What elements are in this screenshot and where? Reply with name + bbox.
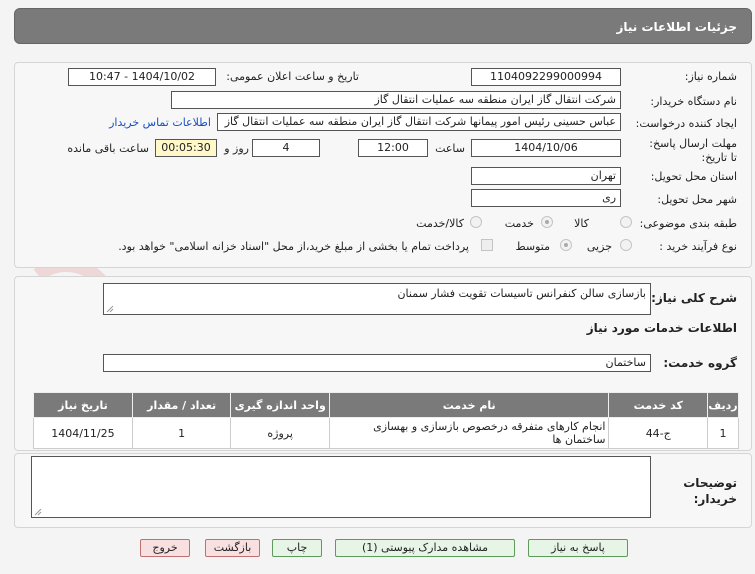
- cell-service-name: انجام کارهای متفرقه درخصوص بازسازی و بهس…: [328, 417, 610, 449]
- buyer-notes-field[interactable]: [31, 456, 651, 518]
- request-creator-label: ایجاد کننده درخواست:: [635, 117, 737, 130]
- cell-quantity: 1: [131, 417, 232, 449]
- announce-datetime-label: تاریخ و ساعت اعلان عمومی:: [226, 70, 359, 83]
- col-service-code: کد خدمت: [608, 392, 709, 418]
- process-medium-radio[interactable]: [560, 239, 572, 251]
- exit-button[interactable]: خروج: [140, 539, 190, 557]
- deadline-time-label: ساعت: [435, 142, 465, 155]
- time-remaining-label: ساعت باقی مانده: [67, 142, 149, 155]
- process-medium-label: متوسط: [515, 240, 550, 253]
- general-description-field[interactable]: بازسازی سالن کنفرانس تاسیسات تقویت فشار …: [103, 283, 651, 315]
- buyer-org-label: نام دستگاه خریدار:: [650, 95, 737, 108]
- back-button[interactable]: بازگشت: [205, 539, 260, 557]
- purchase-process-label: نوع فرآیند خرید :: [659, 240, 737, 253]
- page-header: جزئیات اطلاعات نیاز: [14, 8, 752, 44]
- time-remaining-field[interactable]: 00:05:30: [155, 139, 217, 157]
- resize-handle-icon[interactable]: [106, 305, 114, 313]
- cell-unit: پروژه: [230, 417, 330, 449]
- announce-datetime-field[interactable]: 1404/10/02 - 10:47: [68, 68, 216, 86]
- service-group-field[interactable]: ساختمان: [103, 354, 651, 372]
- col-quantity: تعداد / مقدار: [131, 392, 232, 418]
- buyer-org-field[interactable]: شرکت انتقال گاز ایران منطقه سه عملیات ان…: [171, 91, 621, 109]
- buyer-notes-label: توضیحات خریدار:: [683, 476, 737, 506]
- table-row: 1 ج-44 انجام کارهای متفرقه درخصوص بازساز…: [33, 417, 739, 449]
- page-title: جزئیات اطلاعات نیاز: [616, 20, 737, 34]
- services-table: ردیف کد خدمت نام خدمت واحد اندازه گیری ت…: [33, 392, 739, 449]
- request-creator-field[interactable]: عباس حسینی رئیس امور پیمانها شرکت انتقال…: [217, 113, 621, 131]
- services-table-header: ردیف کد خدمت نام خدمت واحد اندازه گیری ت…: [33, 392, 739, 418]
- need-number-label: شماره نیاز:: [684, 70, 737, 83]
- category-label: طبقه بندی موضوعی:: [639, 217, 737, 230]
- print-button[interactable]: چاپ: [272, 539, 322, 557]
- delivery-city-label: شهر محل تحویل:: [657, 193, 737, 206]
- category-goods-service-radio[interactable]: [470, 216, 482, 228]
- general-description-label: شرح کلی نیاز:: [651, 291, 737, 305]
- category-service-label: خدمت: [504, 217, 534, 230]
- reply-to-need-button[interactable]: پاسخ به نیاز: [528, 539, 628, 557]
- treasury-payment-text: پرداخت تمام یا بخشی از مبلغ خرید،از محل …: [118, 240, 469, 253]
- category-service-radio[interactable]: [541, 216, 553, 228]
- process-minor-radio[interactable]: [620, 239, 632, 251]
- col-row: ردیف: [707, 392, 739, 418]
- col-need-date: تاریخ نیاز: [33, 392, 133, 418]
- delivery-province-label: استان محل تحویل:: [650, 170, 737, 183]
- delivery-city-field[interactable]: ری: [471, 189, 621, 207]
- services-section-title: اطلاعات خدمات مورد نیاز: [586, 321, 737, 335]
- days-remaining-field[interactable]: 4: [252, 139, 320, 157]
- cell-need-date: 1404/11/25: [33, 417, 133, 449]
- col-service-name: نام خدمت: [328, 392, 610, 418]
- resize-handle-icon[interactable]: [34, 508, 42, 516]
- category-goods-label: کالا: [574, 217, 589, 230]
- deadline-date-field[interactable]: 1404/10/06: [471, 139, 621, 157]
- category-goods-radio[interactable]: [620, 216, 632, 228]
- col-unit: واحد اندازه گیری: [230, 392, 330, 418]
- category-goods-service-label: کالا/خدمت: [416, 217, 464, 230]
- cell-row: 1: [707, 417, 739, 449]
- view-attachments-button[interactable]: مشاهده مدارک پیوستی (1): [335, 539, 515, 557]
- deadline-label: مهلت ارسال پاسخ: تا تاریخ:: [649, 137, 737, 164]
- days-label: روز و: [224, 142, 249, 155]
- deadline-time-field[interactable]: 12:00: [358, 139, 428, 157]
- treasury-payment-checkbox[interactable]: [481, 239, 493, 251]
- process-minor-label: جزیی: [586, 240, 612, 253]
- cell-service-code: ج-44: [608, 417, 709, 449]
- need-number-field[interactable]: 1104092299000994: [471, 68, 621, 86]
- buyer-contact-link[interactable]: اطلاعات تماس خریدار: [109, 116, 211, 129]
- service-group-label: گروه خدمت:: [663, 356, 737, 370]
- delivery-province-field[interactable]: تهران: [471, 167, 621, 185]
